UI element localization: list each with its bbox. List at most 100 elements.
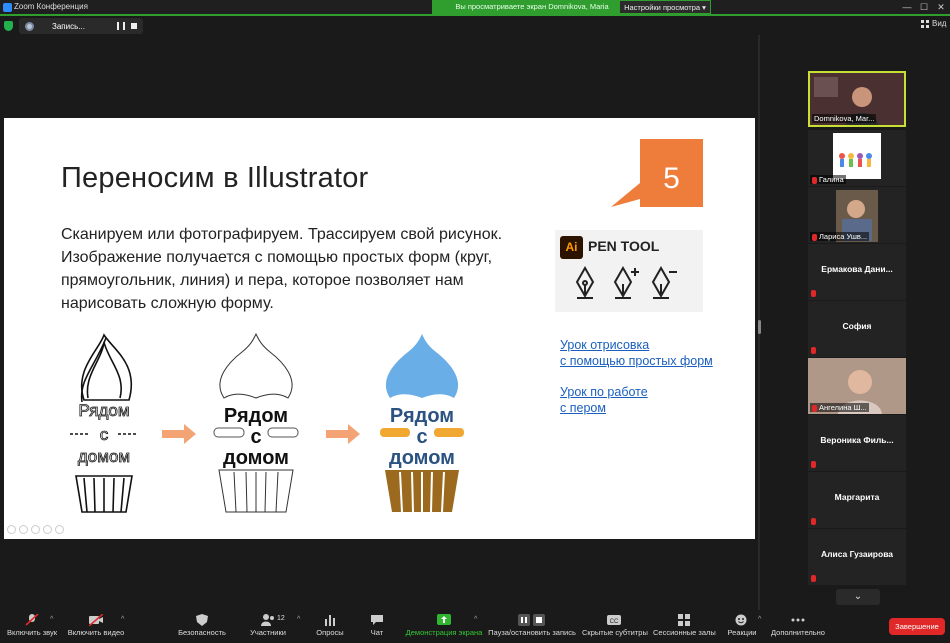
participant-tile-active-speaker[interactable]: Domnikova, Mar...	[808, 71, 906, 127]
slide-number: 5	[663, 162, 680, 195]
sketch-word: с	[100, 425, 109, 444]
start-video-label: Включить видео	[67, 628, 125, 637]
breakout-rooms-label: Сессионные залы	[653, 628, 716, 637]
sketch-cupcake: Рядом с домом	[70, 333, 138, 513]
muted-mic-icon	[811, 461, 816, 468]
participant-tile[interactable]: Маргарита	[808, 472, 906, 528]
zoom-logo-icon	[3, 3, 12, 12]
participants-options-caret[interactable]: ^	[297, 616, 300, 623]
pen-tool-label: PEN TOOL	[588, 238, 660, 254]
pen-tool-icons	[575, 266, 677, 299]
arrow-icon	[326, 424, 360, 444]
share-border	[0, 14, 950, 16]
participant-tile[interactable]: Ермакова Дани...	[808, 244, 906, 300]
panel-splitter[interactable]	[758, 35, 761, 610]
view-button[interactable]: Вид	[921, 19, 946, 28]
participant-name: София	[842, 321, 872, 331]
participant-tile[interactable]: Вероника Филь...	[808, 415, 906, 471]
outline-cupcake: Рядом с домом	[213, 332, 299, 513]
meeting-status: Запись...	[4, 17, 143, 35]
slide-title: Переносим в Illustrator	[61, 162, 369, 194]
participants-icon	[261, 614, 275, 626]
svg-text:CC: CC	[610, 619, 619, 625]
muted-mic-icon	[811, 575, 816, 582]
prev-icon[interactable]	[7, 525, 16, 534]
illustrator-logo-icon: Ai	[560, 236, 583, 259]
participant-name: Алиса Гузаирова	[820, 549, 894, 559]
pause-stop-icon	[518, 614, 546, 626]
view-button-label: Вид	[932, 19, 947, 28]
muted-mic-icon	[811, 347, 816, 354]
captions-button[interactable]: CC Скрытые субтитры	[582, 614, 648, 637]
sharing-banner: Вы просматриваете экран Domnikova, Maria	[432, 0, 632, 14]
reactions-button[interactable]: Реакции	[726, 614, 758, 637]
add-anchor-pen-icon	[613, 266, 639, 299]
shield-icon[interactable]	[4, 21, 13, 31]
chat-label: Чат	[370, 628, 384, 637]
video-options-caret[interactable]: ^	[121, 616, 124, 623]
maximize-button[interactable]: ☐	[916, 0, 932, 14]
participant-name: Domnikova, Mar...	[812, 114, 877, 123]
breakout-rooms-button[interactable]: Сессионные залы	[653, 614, 716, 637]
muted-mic-icon	[812, 404, 817, 412]
close-button[interactable]: ✕	[933, 0, 949, 14]
pen-icon[interactable]	[19, 525, 28, 534]
captions-icon: CC	[607, 614, 621, 626]
lesson-simple-shapes-link[interactable]: Урок отрисовка с помощью простых форм	[560, 337, 713, 369]
participant-name: Маргарита	[834, 492, 880, 502]
participant-tile[interactable]: Галина	[808, 130, 906, 186]
recording-label: Запись...	[52, 21, 85, 31]
meeting-toolbar: Включить звук ^ Включить видео ^ Безопас…	[0, 610, 950, 643]
chat-icon	[370, 614, 384, 626]
pause-recording-button[interactable]: Пауза/остановить запись	[488, 614, 576, 637]
participants-label: Участники	[250, 628, 286, 637]
slides-icon[interactable]	[31, 525, 40, 534]
muted-mic-icon	[812, 233, 817, 241]
sketch-word: Рядом	[78, 401, 129, 420]
window-title: Zoom Конференция	[14, 2, 88, 11]
recording-indicator: Запись...	[19, 18, 143, 34]
minimize-button[interactable]: —	[899, 0, 915, 14]
colored-cupcake: Рядом с домом	[380, 334, 464, 513]
share-screen-label: Демонстрация экрана	[405, 628, 483, 637]
pause-recording-icon[interactable]	[116, 22, 125, 30]
share-screen-button[interactable]: Демонстрация экрана	[404, 614, 484, 637]
recording-icon	[25, 21, 34, 31]
participant-tile[interactable]: Лариса Ушв...	[808, 187, 906, 243]
chevron-down-icon: ⌄	[853, 591, 863, 602]
delete-anchor-pen-icon	[651, 266, 677, 299]
scroll-down-button[interactable]: ⌄	[836, 589, 880, 605]
link-line: с помощью простых форм	[560, 354, 713, 368]
splitter-handle[interactable]	[758, 320, 761, 334]
more-icon[interactable]	[55, 525, 64, 534]
slide-body-text: Сканируем или фотографируем. Трассируем …	[61, 226, 503, 312]
grid-icon	[921, 19, 929, 28]
share-options-caret[interactable]: ^	[474, 616, 477, 623]
participant-tile[interactable]: София	[808, 301, 906, 357]
zoom-icon[interactable]	[43, 525, 52, 534]
more-button[interactable]: Дополнительно	[768, 614, 828, 637]
arrow-icon	[162, 424, 196, 444]
participant-tile[interactable]: Ангелина Ш...	[808, 358, 906, 414]
participant-name: Вероника Филь...	[820, 435, 894, 445]
audio-options-caret[interactable]: ^	[50, 616, 53, 623]
more-label: Дополнительно	[771, 628, 825, 637]
outline-word: домом	[223, 447, 289, 469]
polls-label: Опросы	[316, 628, 344, 637]
chat-button[interactable]: Чат	[362, 614, 392, 637]
security-button[interactable]: Безопасность	[176, 614, 228, 637]
polls-button[interactable]: Опросы	[312, 614, 348, 637]
muted-mic-icon	[812, 176, 817, 184]
pen-icon	[575, 266, 595, 299]
stop-recording-icon[interactable]	[130, 23, 137, 29]
participant-name: Ермакова Дани...	[821, 264, 893, 274]
colored-word: с	[416, 426, 427, 448]
reactions-options-caret[interactable]: ^	[758, 616, 761, 623]
slide-controls	[7, 525, 64, 534]
end-meeting-button[interactable]: Завершение	[889, 618, 945, 635]
view-options-dropdown[interactable]: Настройки просмотра ▾	[619, 0, 711, 14]
pen-tool-card: Ai PEN TOOL	[555, 230, 703, 312]
video-off-icon	[88, 613, 104, 627]
participant-tile[interactable]: Алиса Гузаирова	[808, 529, 906, 585]
start-video-button[interactable]: Включить видео	[66, 613, 126, 637]
